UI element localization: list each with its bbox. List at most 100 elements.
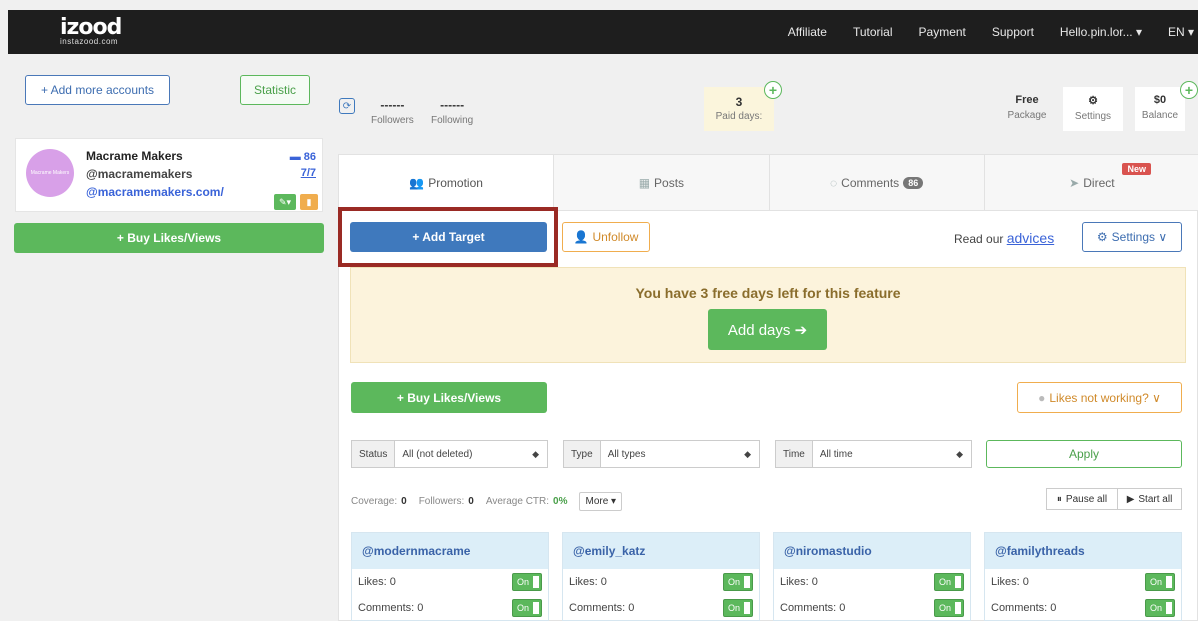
coverage-label: Coverage: [351,496,398,507]
more-dropdown[interactable]: More ▾ [579,492,623,511]
comments-toggle[interactable]: On [1145,599,1175,617]
likes-not-working-label: Likes not working? ∨ [1049,390,1161,405]
balance-value: $0 [1153,94,1167,106]
package-stat: Free Package [999,87,1055,131]
unfollow-button[interactable]: 👤 Unfollow [562,222,650,252]
grid-icon: ▦ [638,175,651,190]
add-days-button[interactable]: Add days ➔ [708,309,827,350]
target-card[interactable]: @familythreads Likes: 0 On Comments: 0 On [984,532,1182,621]
messages-value: 86 [303,151,316,163]
target-handle[interactable]: @modernmacrame [352,533,548,569]
comments-text: Comments: 0 [358,602,424,614]
messages-count[interactable]: ▬ 86 [290,151,316,163]
pencil-icon: ✎▾ [278,196,292,207]
start-all-button[interactable]: ▶ Start all [1117,488,1182,510]
send-icon: ➤ [1069,175,1080,190]
add-accounts-button[interactable]: + Add more accounts [25,75,170,105]
buy-likes-button[interactable]: + Buy Likes/Views [351,382,547,413]
tab-comments[interactable]: ◌ Comments 86 [770,155,985,210]
tab-direct[interactable]: ➤ Direct New [985,155,1198,210]
add-paid-days-icon[interactable]: + [764,81,782,99]
tab-posts[interactable]: ▦ Posts [554,155,770,210]
comment-icon: ◌ [830,175,838,190]
likes-text: Likes: 0 [780,576,818,588]
likes-text: Likes: 0 [358,576,396,588]
target-handle[interactable]: @niromastudio [774,533,970,569]
select-caret-icon: ◆ [744,448,751,459]
nav-menu: Affiliate Tutorial Payment Support Hello… [788,10,1198,54]
avatar-text: Macrame Makers [30,170,70,176]
account-link[interactable]: @macramemakers.com/ [86,185,224,199]
logo-site: instazood.com [60,37,119,46]
question-icon: ● [1038,390,1046,405]
status-filter-label: Status [352,441,396,467]
target-handle[interactable]: @familythreads [985,533,1181,569]
tab-direct-label: Direct [1083,175,1115,190]
target-card[interactable]: @emily_katz Likes: 0 On Comments: 0 On [562,532,760,621]
time-filter[interactable]: Time All time ◆ [775,440,972,468]
followers-value: ------ [380,98,405,112]
tab-bar: 👥 Promotion ▦ Posts ◌ Comments 86 ➤ Dire… [339,155,1198,211]
settings-dropdown[interactable]: ⚙ Settings ∨ [1082,222,1182,252]
likes-toggle[interactable]: On [723,573,753,591]
account-ratio[interactable]: 7/7 [301,167,316,179]
nav-affiliate[interactable]: Affiliate [788,25,827,39]
edit-account-button[interactable]: ✎▾ [274,194,296,210]
buy-likes-button-sidebar[interactable]: + Buy Likes/Views [14,223,324,253]
likes-toggle[interactable]: On [512,573,542,591]
settings-stat[interactable]: ⚙ Settings [1063,87,1123,131]
pause-all-button[interactable]: ⏸ Pause all [1046,488,1118,510]
settings-label: Settings [1074,111,1112,122]
add-balance-icon[interactable]: + [1180,81,1198,99]
likes-toggle[interactable]: On [1145,573,1175,591]
coverage-value: 0 [401,496,407,507]
delete-account-button[interactable]: ▮ [300,194,318,210]
type-filter[interactable]: Type All types ◆ [563,440,760,468]
package-value: Free [1015,94,1039,106]
comments-toggle[interactable]: On [723,599,753,617]
paid-days-label: Paid days: [715,111,763,122]
target-handle[interactable]: @emily_katz [563,533,759,569]
advices-link[interactable]: advices [1007,230,1054,246]
likes-row: Likes: 0 On [563,569,759,595]
likes-not-working-dropdown[interactable]: ● Likes not working? ∨ [1017,382,1182,413]
target-card[interactable]: @modernmacrame Likes: 0 On Comments: 0 On [351,532,549,621]
nav-tutorial[interactable]: Tutorial [853,25,893,39]
comments-toggle[interactable]: On [512,599,542,617]
comments-text: Comments: 0 [569,602,635,614]
message-icon: ▬ [289,151,301,163]
likes-text: Likes: 0 [569,576,607,588]
nav-user-menu[interactable]: Hello.pin.lor... ▾ [1060,25,1142,39]
tab-comments-label: Comments [841,175,900,190]
nav-support[interactable]: Support [992,25,1034,39]
likes-row: Likes: 0 On [352,569,548,595]
following-value: ------ [440,98,465,112]
target-card[interactable]: @niromastudio Likes: 0 On Comments: 0 On [773,532,971,621]
apply-button[interactable]: Apply [986,440,1182,468]
followers-gained-label: Followers: [418,496,465,507]
nav-payment[interactable]: Payment [919,25,966,39]
account-card[interactable]: Macrame Makers Macrame Makers @macramema… [15,138,323,212]
new-badge: New [1122,163,1151,175]
gear-icon: ⚙ [1096,230,1108,244]
likes-text: Likes: 0 [991,576,1029,588]
logo[interactable]: izood instazood.com [60,15,122,46]
tab-promotion[interactable]: 👥 Promotion [339,155,555,210]
select-caret-icon: ◆ [956,448,963,459]
status-filter[interactable]: Status All (not deleted) ◆ [351,440,548,468]
user-remove-icon: 👤 [573,230,589,244]
likes-toggle[interactable]: On [934,573,964,591]
stats-bar: ⟳ ------ Followers ------ Following 3 Pa… [335,78,1198,144]
gear-icon: ⚙ [1088,95,1098,107]
type-filter-label: Type [564,441,601,467]
comments-toggle[interactable]: On [934,599,964,617]
refresh-icon[interactable]: ⟳ [339,98,355,114]
time-filter-value: All time [819,448,853,460]
highlight-box [338,207,558,267]
settings-dropdown-label: Settings ∨ [1111,230,1168,244]
statistic-button[interactable]: Statistic [240,75,310,105]
following-stat: ------ Following [431,98,473,126]
comments-row: Comments: 0 On [774,595,970,621]
nav-language[interactable]: EN ▾ [1168,25,1194,39]
account-handle: @macramemakers [86,167,193,181]
